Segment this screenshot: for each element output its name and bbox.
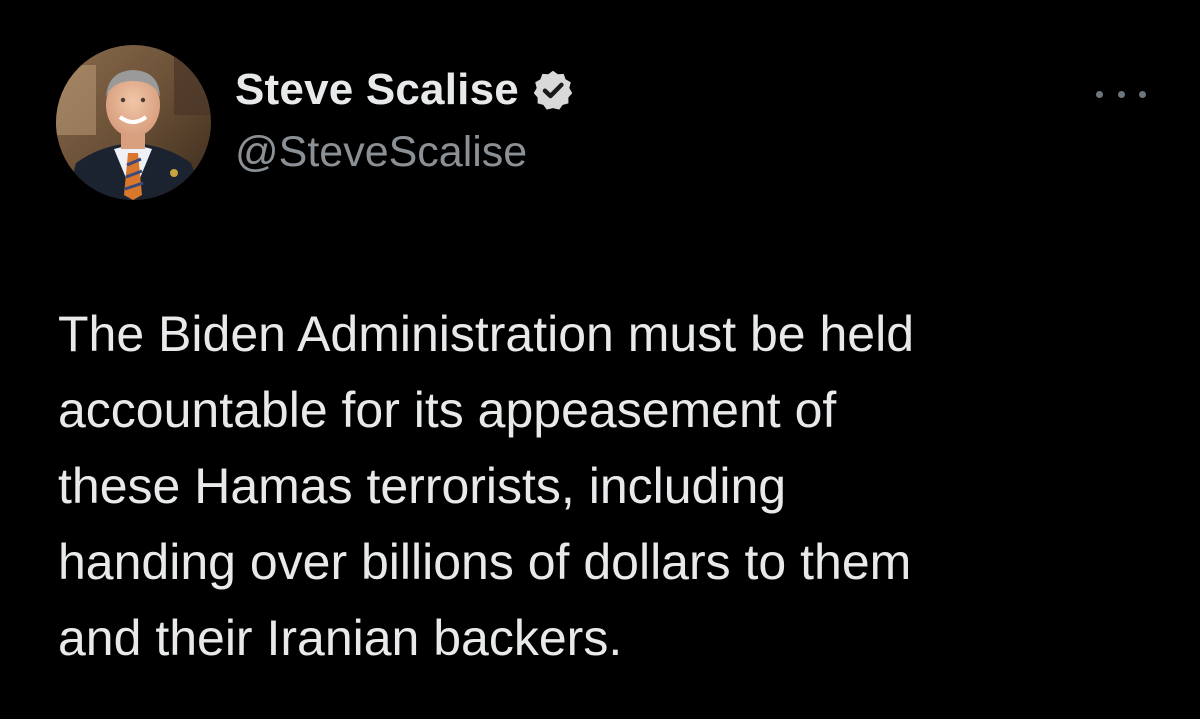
- tweet-text-line: accountable for its appeasement of: [58, 382, 837, 438]
- verified-badge-icon: [531, 68, 575, 112]
- avatar[interactable]: [56, 45, 211, 200]
- more-dot: [1139, 90, 1146, 98]
- tweet-text-line: handing over billions of dollars to them: [58, 534, 912, 590]
- author-name-row: Steve Scalise: [235, 64, 575, 116]
- more-options-icon[interactable]: [1096, 82, 1146, 106]
- display-name[interactable]: Steve Scalise: [235, 65, 519, 115]
- tweet-text-line: these Hamas terrorists, including: [58, 458, 787, 514]
- more-dot: [1096, 90, 1103, 98]
- avatar-photo: [56, 45, 211, 200]
- more-dot: [1117, 90, 1125, 98]
- tweet-text-line: and their Iranian backers.: [58, 610, 623, 666]
- tweet-text: The Biden Administration must be held ac…: [58, 296, 1158, 676]
- tweet-card: Steve Scalise @SteveScalise The Biden Ad…: [0, 0, 1200, 719]
- user-handle[interactable]: @SteveScalise: [235, 128, 527, 177]
- tweet-text-line: The Biden Administration must be held: [58, 306, 915, 362]
